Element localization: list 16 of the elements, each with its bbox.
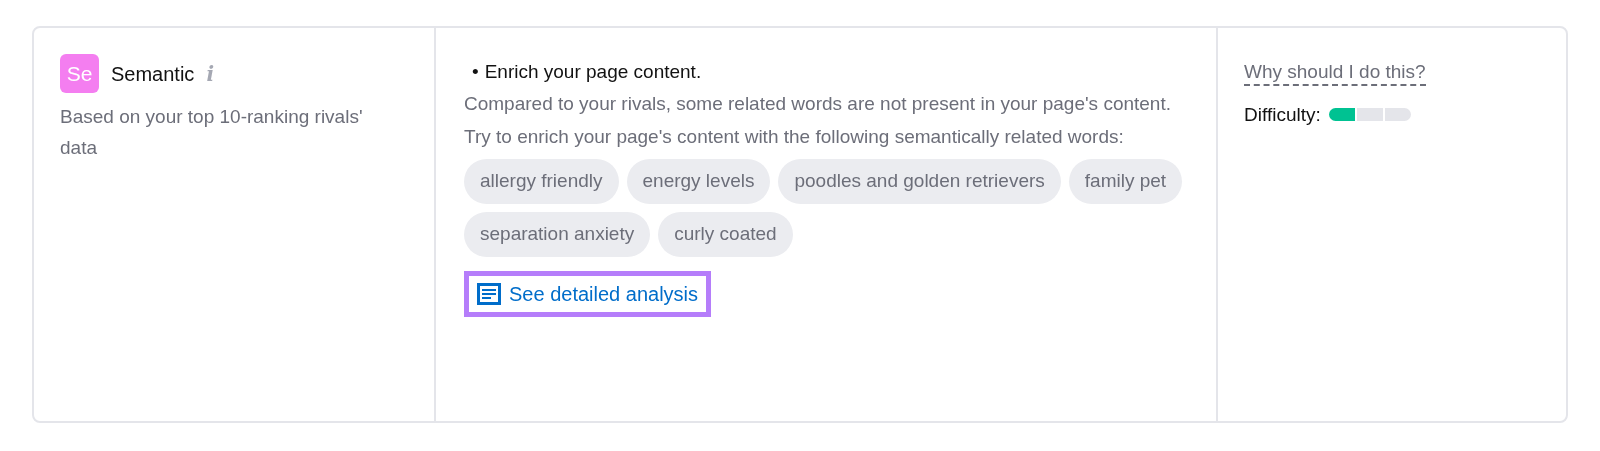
category-title: Semantic — [111, 61, 195, 87]
category-badge: Se — [60, 54, 99, 93]
recommendation-text: Try to enrich your page's content with the following semantically related words: — [464, 124, 1125, 149]
difficulty-label: Difficulty: — [1244, 102, 1321, 127]
keyword-tag: family pet — [1068, 158, 1183, 204]
bullet: • — [472, 60, 479, 84]
keyword-tag: energy levels — [626, 158, 771, 204]
keyword-tag: poodles and golden retrievers — [778, 158, 1061, 204]
keyword-tag: curly coated — [658, 211, 793, 257]
document-icon — [477, 282, 501, 305]
category-description: Based on your top 10-ranking rivals' data — [60, 105, 364, 160]
recommendation-title: Enrich your page content. — [484, 60, 702, 84]
why-link[interactable]: Why should I do this? — [1244, 61, 1426, 86]
keyword-tag: allergy friendly — [464, 158, 619, 204]
keyword-tag: separation anxiety — [464, 211, 651, 257]
recommendation-text: Compared to your rivals, some related words are not present in your page's content. — [464, 91, 1172, 116]
